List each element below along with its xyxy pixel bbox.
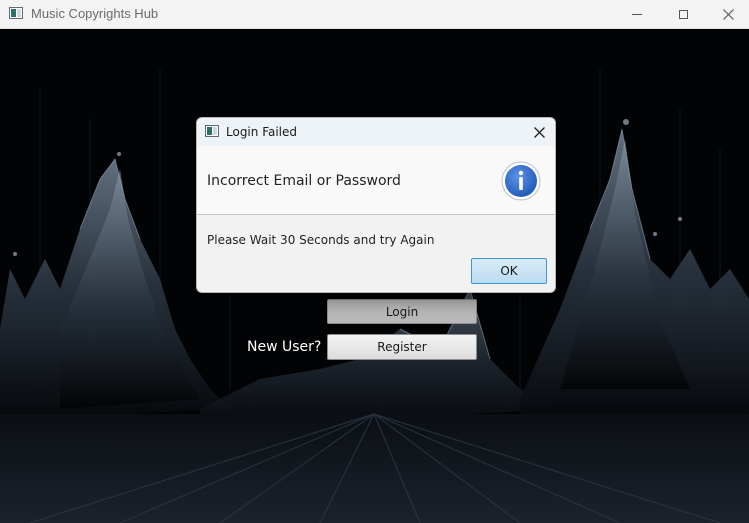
window-title: Music Copyrights Hub <box>31 6 159 21</box>
minimize-icon <box>632 13 642 15</box>
login-failed-dialog: Login Failed Incorrect Email or Password <box>196 117 556 293</box>
ok-button[interactable]: OK <box>471 258 547 284</box>
new-user-label: New User? <box>247 339 322 355</box>
close-icon <box>722 8 734 20</box>
dialog-header-text: Incorrect Email or Password <box>207 173 401 189</box>
title-bar: Music Copyrights Hub <box>0 0 749 29</box>
close-button[interactable] <box>705 0 749 28</box>
login-button[interactable]: Login <box>327 299 477 324</box>
dialog-title-bar: Login Failed <box>197 118 555 146</box>
minimize-button[interactable] <box>614 0 660 28</box>
maximize-button[interactable] <box>660 0 706 28</box>
dialog-header: Incorrect Email or Password <box>197 146 555 215</box>
maximize-icon <box>678 9 688 19</box>
close-icon <box>533 126 545 138</box>
app-icon <box>9 7 23 19</box>
dialog-close-button[interactable] <box>527 122 551 142</box>
app-window: Music Copyrights Hub Login New User? Reg… <box>0 0 749 523</box>
register-button[interactable]: Register <box>327 334 477 360</box>
dialog-message: Please Wait 30 Seconds and try Again <box>207 233 435 247</box>
dialog-title: Login Failed <box>226 125 298 139</box>
info-icon <box>501 161 541 201</box>
dialog-app-icon <box>205 125 219 137</box>
